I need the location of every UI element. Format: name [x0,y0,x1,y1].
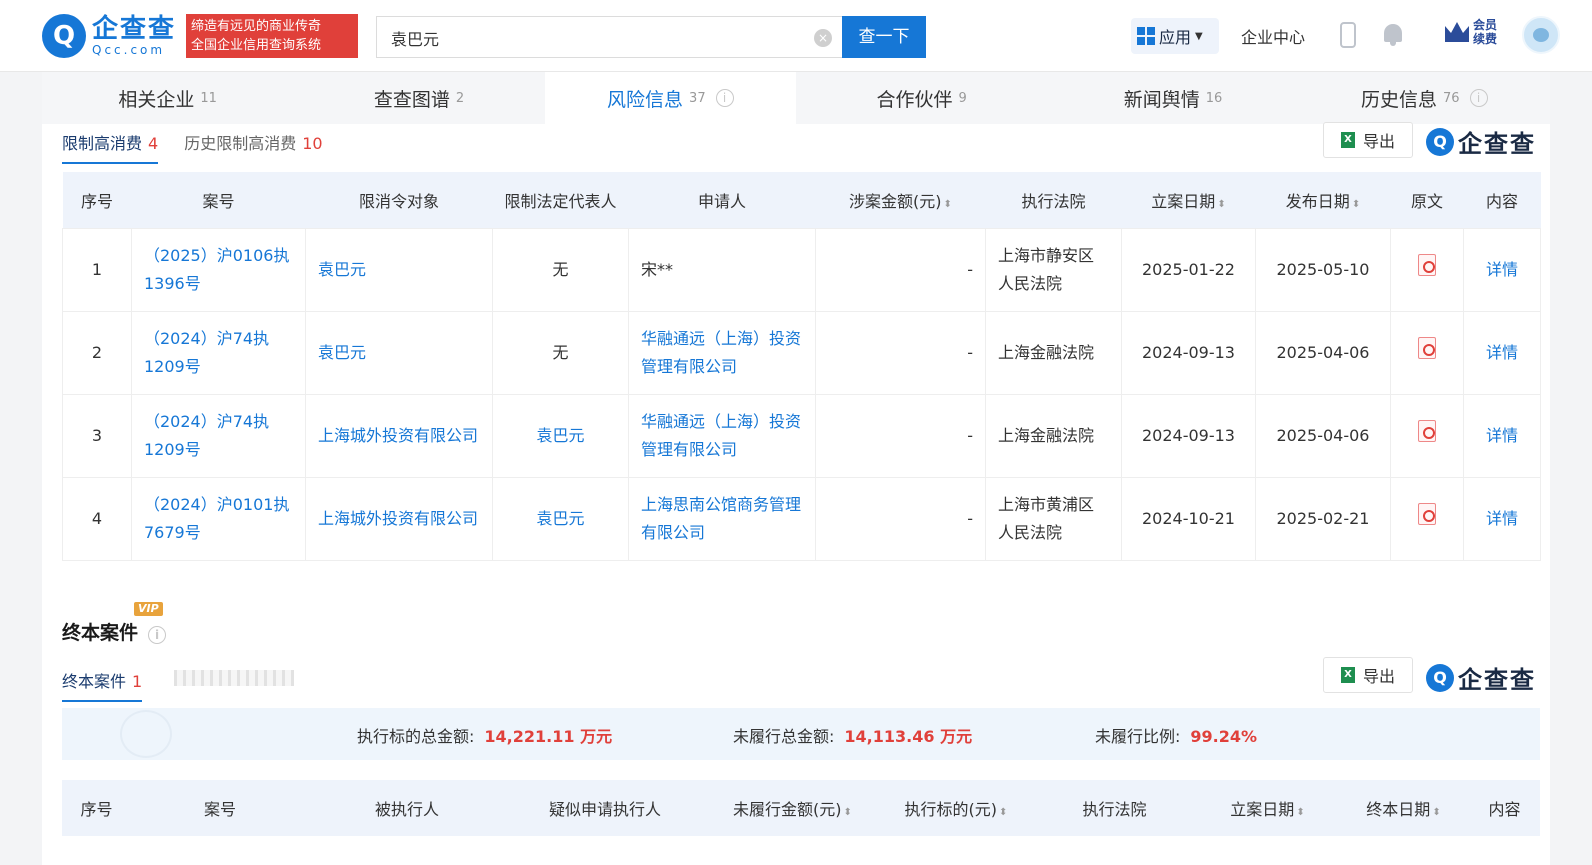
apps-label: 应用 [1159,28,1192,47]
tab-graph[interactable]: 查查图谱 2 [293,72,544,124]
subtab-terminated[interactable]: 终本案件 1 [62,668,143,702]
export-button[interactable]: X 导出 [1323,657,1413,693]
case-number-link[interactable]: （2024）沪74执1209号 [131,310,306,395]
table-header-row: 序号 案号 限消令对象 限制法定代表人 申请人 涉案金额(元) ⬍ 执行法院 立案… [62,172,1541,228]
terminated-table: 序号 案号 被执行人 疑似申请执行人 未履行金额(元) ⬍ 执行标的(元) ⬍ 执行… [62,780,1540,836]
applicant-link[interactable]: 华融通远（上海）投资管理有限公司 [628,393,816,478]
sort-icon: ⬍ [943,198,952,210]
blurred-text [174,670,294,686]
tab-related-companies[interactable]: 相关企业 11 [42,72,293,124]
rep-link[interactable]: 袁巴元 [492,476,629,561]
chevron-down-icon: ▼ [1195,30,1203,42]
grid-icon [1137,27,1155,45]
case-number-link[interactable]: （2025）沪0106执1396号 [131,227,306,312]
detail-link[interactable]: 详情 [1463,393,1541,478]
restriction-subtabs: 限制高消费 4 历史限制高消费 10 [62,130,349,164]
table-row: 3 （2024）沪74执1209号 上海城外投资有限公司 袁巴元 华融通远（上海… [62,393,1541,478]
logo-domain: Qcc.com [92,43,166,57]
table-row: 1 （2025）沪0106执1396号 袁巴元 无 宋** - 上海市静安区人民… [62,227,1541,312]
target-link[interactable]: 上海城外投资有限公司 [305,476,493,561]
target-link[interactable]: 袁巴元 [305,227,493,312]
info-icon[interactable]: i [148,626,167,644]
info-icon[interactable]: i [1469,89,1488,107]
table-header-row: 序号 案号 被执行人 疑似申请执行人 未履行金额(元) ⬍ 执行标的(元) ⬍ 执行… [62,780,1540,836]
excel-icon: X [1340,667,1355,683]
sort-icon: ⬍ [843,807,852,818]
clear-icon[interactable]: × [814,29,832,47]
pdf-icon[interactable] [1418,254,1436,276]
slogan-banner: 缔造有远见的商业传奇 全国企业信用查询系统 [186,14,358,58]
search-button[interactable]: 查一下 [842,16,926,58]
detail-link[interactable]: 详情 [1463,227,1541,312]
sort-icon: ⬍ [1217,198,1226,210]
applicant-link[interactable]: 华融通远（上海）投资管理有限公司 [628,310,816,395]
brand-logo: Q 企查查 [1426,124,1536,159]
unfulfilled-ratio: 未履行比例: 99.24% [1095,727,1258,746]
logo-name: 企查查 [92,14,177,44]
sort-icon: ⬍ [1296,807,1305,818]
mobile-icon[interactable] [1340,22,1356,48]
subtab-restriction[interactable]: 限制高消费 4 [62,130,159,164]
crown-icon [1445,22,1469,42]
restriction-table: 序号 案号 限消令对象 限制法定代表人 申请人 涉案金额(元) ⬍ 执行法院 立案… [62,172,1541,561]
enterprise-center-link[interactable]: 企业中心 [1241,24,1305,48]
rep-link[interactable]: 袁巴元 [492,393,629,478]
apps-menu[interactable]: 应用 ▼ [1131,18,1219,54]
section-title: 终本案件 i [62,618,167,645]
target-link[interactable]: 袁巴元 [305,310,493,395]
export-button[interactable]: X 导出 [1323,122,1413,158]
pdf-icon[interactable] [1418,420,1436,442]
detail-link[interactable]: 详情 [1463,476,1541,561]
pdf-icon[interactable] [1418,503,1436,525]
vip-renew-button[interactable]: 会员 续费 [1445,18,1497,46]
brand-logo: Q 企查查 [1426,660,1536,695]
table-row: 2 （2024）沪74执1209号 袁巴元 无 华融通远（上海）投资管理有限公司… [62,310,1541,395]
content-panel: 限制高消费 4 历史限制高消费 10 X 导出 Q 企查查 序号 案号 限消令对象 限… [42,122,1550,865]
table-row: 4 （2024）沪0101执7679号 上海城外投资有限公司 袁巴元 上海思南公… [62,476,1541,561]
applicant-link[interactable]: 上海思南公馆商务管理有限公司 [628,476,816,561]
main-tabs: 相关企业 11 查查图谱 2 风险信息 37 i 合作伙伴 9 新闻舆情 16 历史信息 76… [42,72,1550,124]
tab-history[interactable]: 历史信息 76 i [1299,72,1550,124]
target-link[interactable]: 上海城外投资有限公司 [305,393,493,478]
pdf-icon[interactable] [1418,337,1436,359]
tab-partners[interactable]: 合作伙伴 9 [796,72,1047,124]
search-input[interactable]: 袁巴元 × [376,16,842,58]
unfulfilled-amount: 未履行总金额: 14,113.46 万元 [733,727,973,746]
vip-tag: VIP [134,602,163,616]
info-icon[interactable]: i [715,89,734,107]
case-number-link[interactable]: （2024）沪0101执7679号 [131,476,306,561]
terminated-subtabs: 终本案件 1 [62,668,168,702]
watermark [120,710,172,758]
bell-icon[interactable] [1382,24,1404,46]
tab-news[interactable]: 新闻舆情 16 [1047,72,1298,124]
sort-icon: ⬍ [1432,807,1441,818]
avatar[interactable] [1522,16,1560,54]
sort-icon: ⬍ [999,807,1008,818]
subtab-history-restriction[interactable]: 历史限制高消费 10 [184,130,322,164]
execution-summary: 执行标的总金额: 14,221.11 万元 未履行总金额: 14,113.46 万元… [62,708,1540,760]
search-value: 袁巴元 [391,30,440,49]
top-header: Q 企查查 Qcc.com 缔造有远见的商业传奇 全国企业信用查询系统 袁巴元 … [0,0,1592,72]
logo-mark: Q [42,14,86,58]
site-logo[interactable]: Q 企查查 Qcc.com [42,14,176,58]
detail-link[interactable]: 详情 [1463,310,1541,395]
excel-icon: X [1340,132,1355,148]
case-number-link[interactable]: （2024）沪74执1209号 [131,393,306,478]
sort-icon: ⬍ [1351,198,1361,210]
tab-risk-info[interactable]: 风险信息 37 i [544,72,796,124]
total-amount: 执行标的总金额: 14,221.11 万元 [357,727,613,746]
